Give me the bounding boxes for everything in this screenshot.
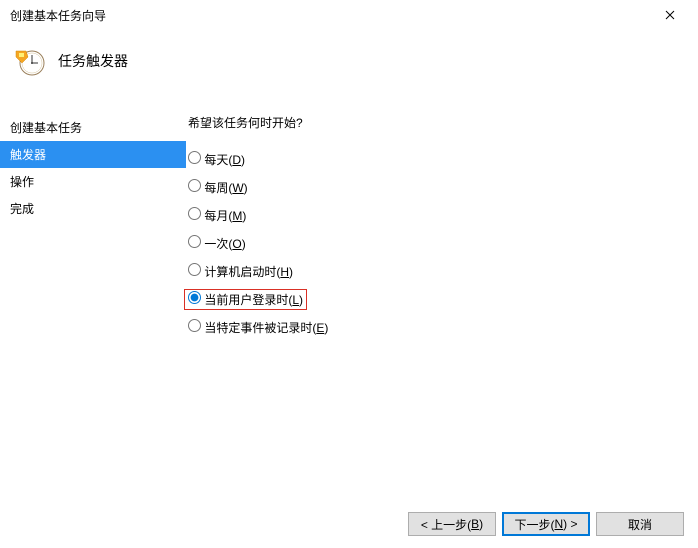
option-label: 当前用户登录时(L) bbox=[201, 293, 303, 307]
option-highlight-wrap: 当前用户登录时(L) bbox=[184, 289, 307, 310]
titlebar: 创建基本任务向导 bbox=[0, 0, 698, 30]
option-label: 每天(D) bbox=[201, 153, 245, 167]
trigger-options: 每天(D) 每周(W) 每月(M) 一次(O) 计算机启动时(H) 当前用户登录… bbox=[188, 145, 698, 341]
trigger-radio-1[interactable] bbox=[188, 179, 201, 192]
sidebar-item-2[interactable]: 操作 bbox=[0, 168, 186, 195]
close-button[interactable] bbox=[650, 1, 690, 29]
back-button[interactable]: < 上一步(B) bbox=[408, 512, 496, 536]
sidebar-item-0[interactable]: 创建基本任务 bbox=[0, 114, 186, 141]
option-highlight-wrap: 一次(O) bbox=[188, 235, 246, 252]
trigger-option-1[interactable]: 每周(W) bbox=[188, 173, 698, 201]
option-highlight-wrap: 每月(M) bbox=[188, 207, 246, 224]
option-highlight-wrap: 计算机启动时(H) bbox=[188, 263, 293, 280]
trigger-radio-0[interactable] bbox=[188, 151, 201, 164]
option-label: 当特定事件被记录时(E) bbox=[201, 321, 328, 335]
trigger-option-4[interactable]: 计算机启动时(H) bbox=[188, 257, 698, 285]
option-highlight-wrap: 每周(W) bbox=[188, 179, 248, 196]
option-label: 计算机启动时(H) bbox=[201, 265, 293, 279]
close-icon bbox=[665, 10, 675, 20]
sidebar-item-3[interactable]: 完成 bbox=[0, 195, 186, 222]
cancel-button[interactable]: 取消 bbox=[596, 512, 684, 536]
trigger-radio-2[interactable] bbox=[188, 207, 201, 220]
trigger-option-2[interactable]: 每月(M) bbox=[188, 201, 698, 229]
option-highlight-wrap: 每天(D) bbox=[188, 151, 245, 168]
page-title: 任务触发器 bbox=[58, 51, 128, 71]
trigger-radio-6[interactable] bbox=[188, 319, 201, 332]
next-button[interactable]: 下一步(N) > bbox=[502, 512, 590, 536]
trigger-option-0[interactable]: 每天(D) bbox=[188, 145, 698, 173]
wizard-footer: < 上一步(B) 下一步(N) > 取消 bbox=[0, 500, 698, 548]
option-highlight-wrap: 当特定事件被记录时(E) bbox=[188, 319, 328, 336]
trigger-radio-5[interactable] bbox=[188, 291, 201, 304]
wizard-header: 任务触发器 bbox=[0, 30, 698, 92]
clock-icon bbox=[14, 45, 46, 77]
trigger-radio-3[interactable] bbox=[188, 235, 201, 248]
trigger-option-6[interactable]: 当特定事件被记录时(E) bbox=[188, 313, 698, 341]
window-title: 创建基本任务向导 bbox=[10, 7, 106, 24]
option-label: 一次(O) bbox=[201, 237, 246, 251]
wizard-body: 创建基本任务触发器操作完成 希望该任务何时开始? 每天(D) 每周(W) 每月(… bbox=[0, 92, 698, 500]
trigger-option-3[interactable]: 一次(O) bbox=[188, 229, 698, 257]
trigger-option-5[interactable]: 当前用户登录时(L) bbox=[188, 285, 698, 313]
content-pane: 希望该任务何时开始? 每天(D) 每周(W) 每月(M) 一次(O) 计算机启动… bbox=[186, 92, 698, 500]
sidebar-item-1[interactable]: 触发器 bbox=[0, 141, 186, 168]
trigger-radio-4[interactable] bbox=[188, 263, 201, 276]
trigger-question: 希望该任务何时开始? bbox=[188, 114, 698, 131]
sidebar: 创建基本任务触发器操作完成 bbox=[0, 92, 186, 500]
option-label: 每周(W) bbox=[201, 181, 248, 195]
option-label: 每月(M) bbox=[201, 209, 246, 223]
